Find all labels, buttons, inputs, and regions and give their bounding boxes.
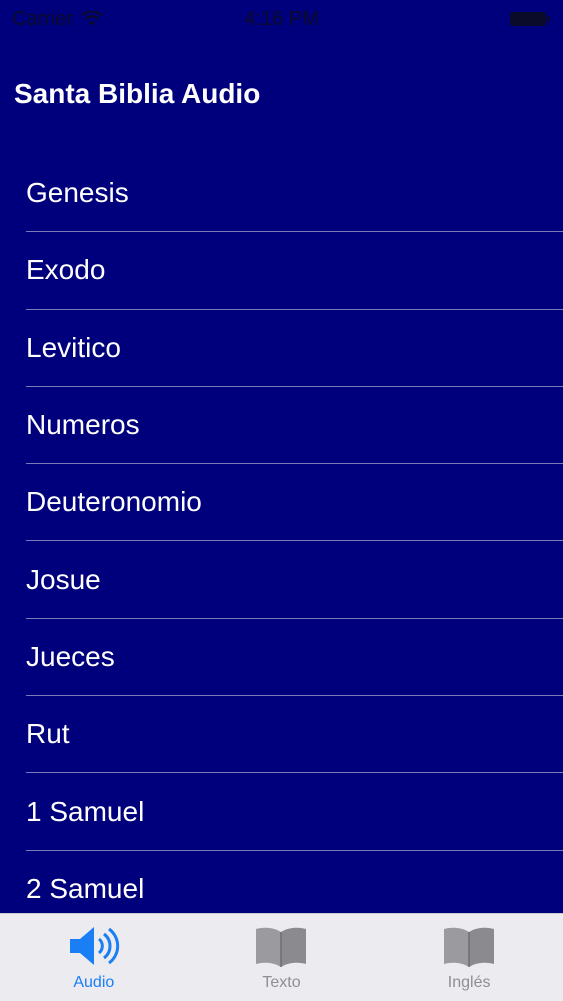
list-item-book[interactable]: Numeros — [26, 387, 563, 465]
list-item-book[interactable]: 1 Samuel — [26, 773, 563, 851]
tab-audio[interactable]: Audio — [24, 914, 164, 1001]
tab-label: Inglés — [447, 974, 491, 991]
status-time: 4:16 PM — [244, 8, 319, 30]
tab-texto[interactable]: Texto — [211, 914, 351, 1001]
book-icon — [253, 924, 309, 968]
book-label: Exodo — [26, 254, 106, 286]
book-icon — [441, 924, 497, 968]
book-label: Jueces — [26, 640, 115, 672]
tab-ingles[interactable]: Inglés — [399, 914, 539, 1001]
tab-label: Texto — [262, 974, 301, 991]
page-title: Santa Biblia Audio — [14, 78, 261, 109]
list-item-book[interactable]: Deuteronomio — [26, 464, 563, 542]
book-label: Levitico — [26, 331, 121, 363]
book-list: Genesis Exodo Levitico Numeros Deuterono… — [0, 155, 563, 928]
list-item-book[interactable]: Jueces — [26, 619, 563, 697]
list-item-book[interactable]: Genesis — [26, 155, 563, 233]
tab-label: Audio — [73, 974, 115, 991]
list-item-book[interactable]: Exodo — [26, 232, 563, 310]
status-bar: Carrier 4:16 PM — [0, 0, 563, 38]
list-item-book[interactable]: Levitico — [26, 310, 563, 387]
book-label: Rut — [26, 718, 70, 750]
book-label: 2 Samuel — [26, 873, 145, 905]
book-label: Genesis — [26, 177, 129, 209]
list-item-book[interactable]: Rut — [26, 696, 563, 774]
list-item-book[interactable]: Josue — [26, 541, 563, 619]
book-label: Numeros — [26, 409, 140, 441]
book-label: Josue — [26, 563, 101, 595]
book-label: 1 Samuel — [26, 795, 145, 827]
speaker-icon — [68, 924, 120, 968]
book-label: Deuteronomio — [26, 486, 202, 518]
tab-bar: Audio Texto Inglés — [0, 913, 563, 1001]
